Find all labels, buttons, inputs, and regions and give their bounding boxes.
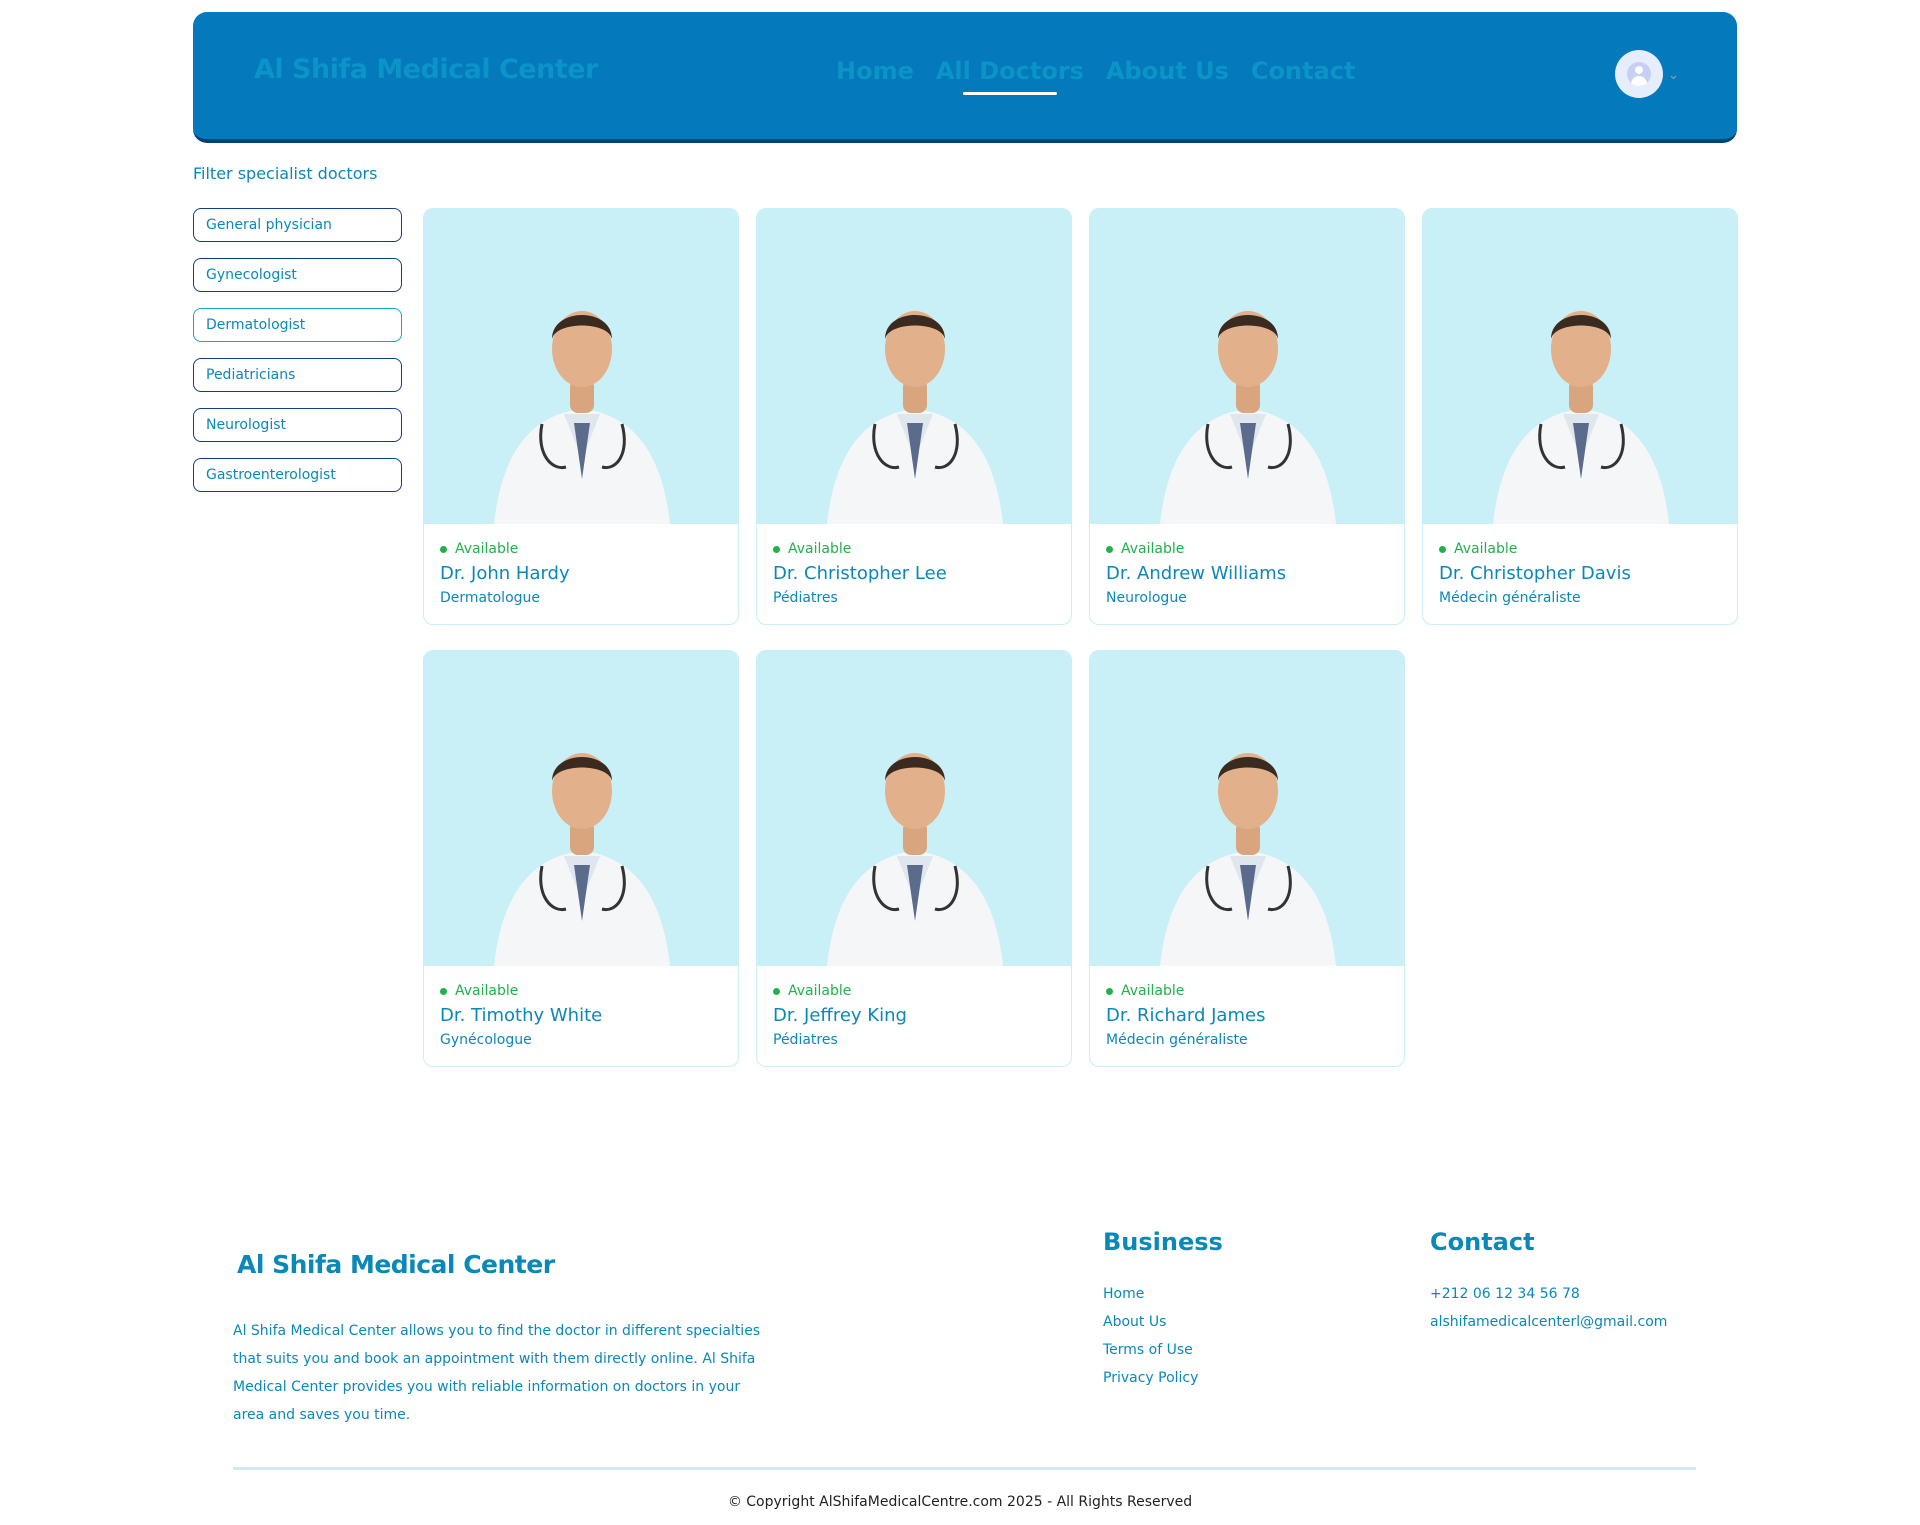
doctor-figure-icon: [1493, 311, 1669, 524]
doctor-card[interactable]: Available Dr. John Hardy Dermatologue: [423, 208, 739, 625]
status-dot-icon: [1439, 545, 1446, 553]
doctor-specialty: Gynécologue: [440, 1032, 532, 1048]
footer-email[interactable]: alshifamedicalcenterl@gmail.com: [1430, 1308, 1667, 1336]
footer-business-title: Business: [1103, 1228, 1223, 1256]
doctor-name: Dr. Jeffrey King: [773, 1005, 907, 1026]
filter-gynecologist[interactable]: Gynecologist: [193, 258, 402, 292]
user-icon: [1627, 62, 1651, 86]
filter-list: General physician Gynecologist Dermatolo…: [193, 208, 402, 508]
nav-all-doctors[interactable]: All Doctors: [936, 57, 1084, 95]
footer-brand: Al Shifa Medical Center: [237, 1250, 555, 1279]
doctor-specialty: Dermatologue: [440, 590, 541, 606]
doctor-name: Dr. Christopher Lee: [773, 563, 947, 584]
availability-status: Available: [440, 983, 722, 999]
doctor-figure-icon: [827, 753, 1003, 966]
status-label: Available: [1454, 541, 1518, 557]
top-navbar: Al Shifa Medical Center Home All Doctors…: [193, 12, 1737, 143]
availability-status: Available: [1106, 541, 1388, 557]
doctor-specialty: Médecin généraliste: [1439, 590, 1581, 606]
doctor-name: Dr. Richard James: [1106, 1005, 1266, 1026]
status-label: Available: [1121, 983, 1185, 999]
filter-gastroenterologist[interactable]: Gastroenterologist: [193, 458, 402, 492]
doctor-specialty: Pédiatres: [773, 1032, 838, 1048]
status-dot-icon: [773, 987, 780, 995]
doctor-card[interactable]: Available Dr. Jeffrey King Pédiatres: [756, 650, 1072, 1067]
doctor-card-body: Available Dr. John Hardy Dermatologue: [424, 524, 738, 606]
doctor-card[interactable]: Available Dr. Andrew Williams Neurologue: [1089, 208, 1405, 625]
doctor-name: Dr. Andrew Williams: [1106, 563, 1287, 584]
availability-status: Available: [1106, 983, 1388, 999]
availability-status: Available: [1439, 541, 1721, 557]
doctor-photo: [1090, 209, 1404, 524]
nav-about-us[interactable]: About Us: [1106, 57, 1229, 85]
footer-phone[interactable]: +212 06 12 34 56 78: [1430, 1280, 1667, 1308]
status-dot-icon: [1106, 987, 1113, 995]
doctor-photo: [757, 209, 1071, 524]
chevron-down-icon[interactable]: ⌄: [1668, 68, 1679, 83]
status-dot-icon: [773, 545, 780, 553]
status-dot-icon: [440, 545, 447, 553]
footer-divider: [233, 1467, 1696, 1470]
footer-contact-title: Contact: [1430, 1228, 1535, 1256]
doctor-name: Dr. John Hardy: [440, 563, 570, 584]
footer-link-privacy[interactable]: Privacy Policy: [1103, 1364, 1223, 1392]
status-label: Available: [1121, 541, 1185, 557]
filter-title: Filter specialist doctors: [193, 164, 378, 183]
doctor-card[interactable]: Available Dr. Christopher Davis Médecin gé…: [1422, 208, 1738, 625]
doctor-grid: Available Dr. John Hardy Dermatologue Avail…: [423, 208, 1738, 1067]
doctor-figure-icon: [494, 753, 670, 966]
doctor-specialty: Médecin généraliste: [1106, 1032, 1248, 1048]
doctor-card[interactable]: Available Dr. Timothy White Gynécologue: [423, 650, 739, 1067]
doctor-photo: [424, 651, 738, 966]
doctor-card-body: Available Dr. Richard James Médecin généra…: [1090, 966, 1404, 1048]
availability-status: Available: [440, 541, 722, 557]
doctor-photo: [757, 651, 1071, 966]
availability-status: Available: [773, 983, 1055, 999]
doctor-card-body: Available Dr. Jeffrey King Pédiatres: [757, 966, 1071, 1048]
doctor-figure-icon: [494, 311, 670, 524]
footer-business: Business Home About Us Terms of Use Priv…: [1103, 1228, 1223, 1392]
footer-contact: Contact +212 06 12 34 56 78 alshifamedic…: [1430, 1228, 1667, 1336]
availability-status: Available: [773, 541, 1055, 557]
footer-link-terms[interactable]: Terms of Use: [1103, 1336, 1223, 1364]
status-label: Available: [455, 983, 519, 999]
doctor-card-body: Available Dr. Andrew Williams Neurologue: [1090, 524, 1404, 606]
doctor-card[interactable]: Available Dr. Christopher Lee Pédiatres: [756, 208, 1072, 625]
doctor-specialty: Pédiatres: [773, 590, 838, 606]
footer-description: Al Shifa Medical Center allows you to fi…: [233, 1323, 761, 1423]
filter-dermatologist[interactable]: Dermatologist: [193, 308, 402, 342]
status-label: Available: [455, 541, 519, 557]
doctor-card-body: Available Dr. Christopher Davis Médecin gé…: [1423, 524, 1737, 606]
doctor-photo: [1423, 209, 1737, 524]
main-nav: Home All Doctors About Us Contact: [836, 57, 1356, 95]
doctor-name: Dr. Christopher Davis: [1439, 563, 1631, 584]
brand-logo[interactable]: Al Shifa Medical Center: [254, 54, 598, 85]
filter-general-physician[interactable]: General physician: [193, 208, 402, 242]
doctor-photo: [424, 209, 738, 524]
status-dot-icon: [440, 987, 447, 995]
footer-link-home[interactable]: Home: [1103, 1280, 1223, 1308]
doctor-card[interactable]: Available Dr. Richard James Médecin généra…: [1089, 650, 1405, 1067]
status-label: Available: [788, 541, 852, 557]
doctor-figure-icon: [1160, 753, 1336, 966]
status-label: Available: [788, 983, 852, 999]
doctor-name: Dr. Timothy White: [440, 1005, 603, 1026]
status-dot-icon: [1106, 545, 1113, 553]
doctor-figure-icon: [1160, 311, 1336, 524]
filter-neurologist[interactable]: Neurologist: [193, 408, 402, 442]
copyright: © Copyright AlShifaMedicalCentre.com 202…: [727, 1494, 1193, 1510]
doctor-photo: [1090, 651, 1404, 966]
doctor-card-body: Available Dr. Christopher Lee Pédiatres: [757, 524, 1071, 606]
filter-pediatricians[interactable]: Pediatricians: [193, 358, 402, 392]
doctor-specialty: Neurologue: [1106, 590, 1187, 606]
nav-home[interactable]: Home: [836, 57, 914, 85]
nav-contact[interactable]: Contact: [1251, 57, 1356, 85]
doctor-figure-icon: [827, 311, 1003, 524]
user-avatar[interactable]: [1615, 50, 1663, 98]
doctor-card-body: Available Dr. Timothy White Gynécologue: [424, 966, 738, 1048]
footer-link-about-us[interactable]: About Us: [1103, 1308, 1223, 1336]
